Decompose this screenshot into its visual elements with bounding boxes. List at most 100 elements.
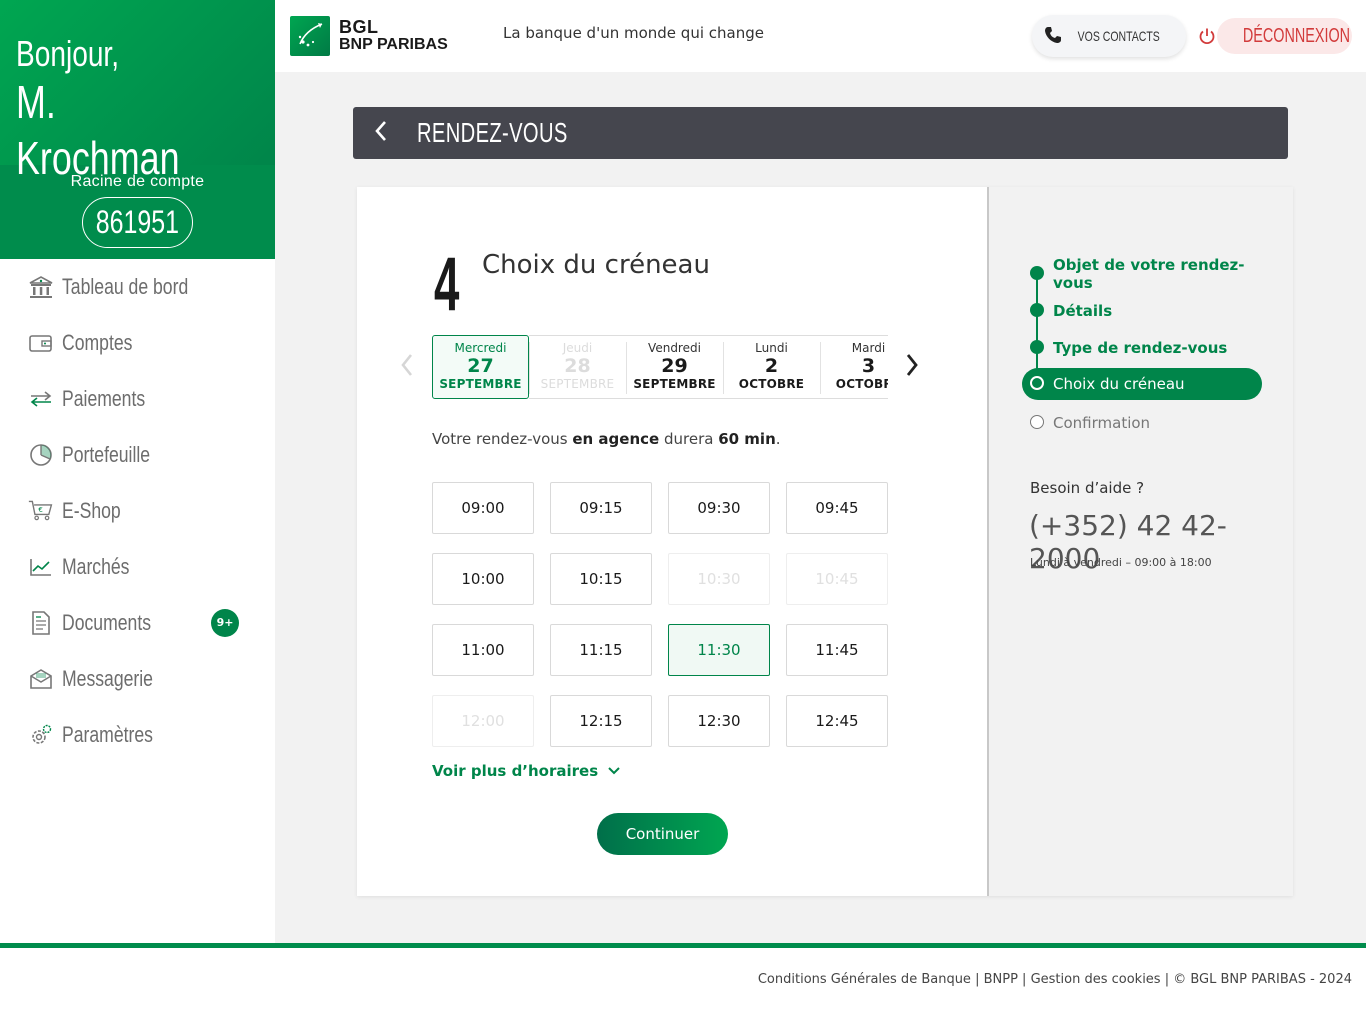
bank-icon [28,274,54,300]
greeting: Bonjour, M. Krochman [0,0,275,184]
date-month: OCTOBRE [835,377,888,391]
stepper-item-details[interactable]: Détails [1022,292,1262,329]
date-number: 27 [467,355,494,377]
footer-link-conditions[interactable]: Conditions Générales de Banque [758,972,971,987]
back-button[interactable] [353,120,409,146]
date-option[interactable]: Vendredi 29 SEPTEMBRE [626,335,723,399]
step-done-icon [1030,340,1044,354]
date-option[interactable]: Mardi 3 OCTOBRE [820,335,888,399]
date-month: SEPTEMBRE [633,377,716,391]
logout-label: DÉCONNEXION [1242,24,1351,47]
help-title: Besoin d’aide ? [1030,479,1145,497]
svg-text:€: € [38,506,42,514]
dates-next-button[interactable] [902,352,922,382]
sidebar-item-label: Messagerie [62,666,153,691]
time-slot-selected[interactable]: 11:30 [668,624,770,676]
chevron-left-icon [400,353,414,381]
sidebar-item-portefeuille[interactable]: Portefeuille [0,427,275,483]
logout-button[interactable]: DÉCONNEXION [1199,18,1352,54]
stepper-item-creneau: Choix du créneau [1022,368,1262,400]
continue-button[interactable]: Continuer [597,813,728,855]
step-current-icon [1030,376,1044,390]
time-slot[interactable]: 12:15 [550,695,652,747]
sidebar-item-e-shop[interactable]: € E-Shop [0,483,275,539]
time-slot[interactable]: 09:00 [432,482,534,534]
help-hours: Lundi à vendredi – 09:00 à 18:00 [1030,556,1212,569]
footer-copyright: © BGL BNP PARIBAS - 2024 [1173,972,1352,987]
contacts-label: VOS CONTACTS [1077,28,1161,44]
date-picker: Mercredi 27 SEPTEMBRE Jeudi 28 SEPTEMBRE… [432,335,888,399]
stepper-item-confirmation: Confirmation [1022,404,1262,441]
sidebar-item-label: Marchés [62,554,130,579]
time-slot[interactable]: 11:15 [550,624,652,676]
date-month: SEPTEMBRE [439,377,522,391]
sidebar-item-label: Tableau de bord [62,274,189,299]
footer-link-cookies[interactable]: Gestion des cookies [1031,972,1161,987]
sidebar-item-parametres[interactable]: Paramètres [0,707,275,763]
step-title: Choix du créneau [482,250,710,280]
time-slot[interactable]: 10:00 [432,553,534,605]
sidebar-item-documents[interactable]: Documents 9+ [0,595,275,651]
chevron-down-icon [598,762,621,780]
sidebar-item-label: E-Shop [62,498,121,523]
date-number: 2 [764,355,779,377]
pie-chart-icon [28,442,54,468]
date-number: 28 [564,355,591,377]
time-slot[interactable]: 10:15 [550,553,652,605]
sidebar-item-tableau-de-bord[interactable]: Tableau de bord [0,259,275,315]
date-day: Mercredi [454,341,507,355]
date-day: Vendredi [648,341,701,355]
date-month: SEPTEMBRE [540,377,615,391]
sidebar-item-messagerie[interactable]: Messagerie [0,651,275,707]
tagline: La banque d'un monde qui change [503,24,764,42]
stepper-item-objet[interactable]: Objet de votre rendez-vous [1022,255,1262,292]
cart-icon: € [28,498,54,524]
contacts-button[interactable]: VOS CONTACTS [1032,15,1186,57]
sidebar-item-paiements[interactable]: Paiements [0,371,275,427]
sidebar-item-label: Paramètres [62,722,153,747]
mail-icon [28,666,54,692]
greeting-name: M. Krochman [16,76,180,184]
more-times-label: Voir plus d’horaires [432,762,599,780]
dates-prev-button[interactable] [397,352,417,382]
time-slot[interactable]: 11:45 [786,624,888,676]
footer-links: Conditions Générales de Banque | BNPP | … [757,972,1352,987]
time-slot: 10:30 [668,553,770,605]
time-slot[interactable]: 11:00 [432,624,534,676]
sidebar-item-marches[interactable]: Marchés [0,539,275,595]
account-root-number: 861951 [82,197,193,248]
line-chart-icon [28,554,54,580]
stepper-item-type[interactable]: Type de rendez-vous [1022,329,1262,366]
page-title-bar: RENDEZ-VOUS [353,107,1288,159]
time-slot[interactable]: 12:45 [786,695,888,747]
chevron-right-icon [905,353,919,381]
sidebar-item-label: Comptes [62,330,133,355]
footer-link-bnpp[interactable]: BNPP [984,972,1018,987]
date-number: 29 [661,355,688,377]
more-times-link[interactable]: Voir plus d’horaires [432,762,621,780]
date-day: Mardi [851,341,886,355]
time-slot[interactable]: 09:15 [550,482,652,534]
duration-info: Votre rendez-vous en agence durera 60 mi… [432,430,781,448]
time-slot[interactable]: 12:30 [668,695,770,747]
step-done-icon [1030,266,1044,280]
bgl-logo[interactable]: BGL BNP PARIBAS [290,16,448,56]
sidebar-item-label: Documents [62,610,152,635]
date-option[interactable]: Mercredi 27 SEPTEMBRE [432,335,529,399]
sidebar-item-comptes[interactable]: Comptes [0,315,275,371]
greeting-line1: Bonjour, [16,33,120,74]
date-number: 3 [861,355,876,377]
logo-text-bnp: BNP PARIBAS [339,36,448,53]
logo-text-bgl: BGL [339,17,379,37]
sidebar: Bonjour, M. Krochman Racine de compte 86… [0,0,275,945]
date-option[interactable]: Lundi 2 OCTOBRE [723,335,820,399]
time-slot[interactable]: 09:45 [786,482,888,534]
time-slot[interactable]: 09:30 [668,482,770,534]
footer: Conditions Générales de Banque | BNPP | … [0,943,1366,1015]
time-slot: 10:45 [786,553,888,605]
date-day: Lundi [755,341,788,355]
sidebar-nav: Tableau de bord Comptes Paiements Portef… [0,259,275,763]
step-number: 4 [434,242,460,327]
appointment-card: 4 Choix du créneau Mercredi 27 SEPTEMBRE… [357,187,1293,896]
wallet-icon [28,330,54,356]
